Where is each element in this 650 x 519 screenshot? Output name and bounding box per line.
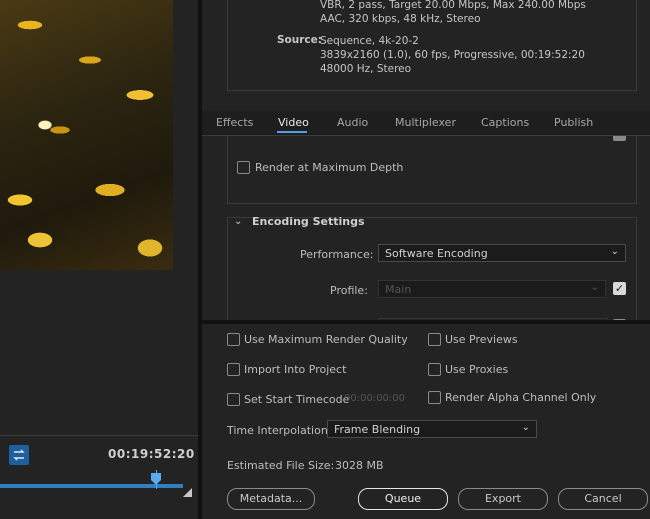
tab-captions[interactable]: Captions: [481, 116, 529, 129]
export-button[interactable]: Export: [458, 488, 548, 510]
render-alpha-only-checkbox[interactable]: [428, 391, 441, 404]
active-tab-indicator: [277, 131, 307, 133]
set-start-timecode-label: Set Start Timecode: [244, 393, 350, 406]
profile-match-checkbox[interactable]: ✓: [613, 282, 626, 295]
metadata-button[interactable]: Metadata...: [227, 488, 315, 510]
tab-effects[interactable]: Effects: [216, 116, 253, 129]
encoding-settings-group: ⌄ Encoding Settings Performance: Softwar…: [227, 215, 637, 329]
performance-select[interactable]: Software Encoding ⌄: [378, 244, 626, 262]
tab-video[interactable]: Video: [278, 116, 309, 129]
summary-audio-line: AAC, 320 kbps, 48 kHz, Stereo: [320, 13, 481, 25]
chevron-down-icon: ⌄: [610, 246, 619, 257]
fit-loop-icon[interactable]: [9, 445, 29, 465]
use-proxies-checkbox[interactable]: [428, 363, 441, 376]
chevron-down-icon: ⌄: [590, 282, 599, 293]
estimated-file-size-value: 3028 MB: [335, 459, 384, 472]
start-timecode-field[interactable]: 00:00:00:00: [344, 393, 405, 404]
profile-select[interactable]: Main ⌄: [378, 280, 606, 298]
use-previews-checkbox[interactable]: [428, 333, 441, 346]
cancel-button[interactable]: Cancel: [558, 488, 648, 510]
time-interpolation-value: Frame Blending: [334, 423, 421, 436]
queue-button[interactable]: Queue: [358, 488, 448, 510]
current-timecode: 00:19:52:20: [108, 447, 195, 461]
estimated-file-size-label: Estimated File Size:: [227, 459, 335, 472]
time-interpolation-label: Time Interpolation:: [227, 424, 332, 437]
profile-label: Profile:: [330, 284, 368, 297]
render-alpha-only-label: Render Alpha Channel Only: [445, 391, 597, 404]
tab-audio[interactable]: Audio: [337, 116, 368, 129]
summary-video-line: VBR, 2 pass, Target 20.00 Mbps, Max 240.…: [320, 0, 586, 11]
use-proxies-label: Use Proxies: [445, 363, 509, 376]
export-summary: VBR, 2 pass, Target 20.00 Mbps, Max 240.…: [227, 0, 637, 91]
playhead-handle[interactable]: [151, 470, 161, 485]
chevron-down-icon: ⌄: [521, 422, 530, 433]
video-preview-frame: [0, 0, 173, 270]
use-max-render-quality-label: Use Maximum Render Quality: [244, 333, 408, 346]
settings-tabs: Effects Video Audio Multiplexer Captions…: [202, 111, 650, 136]
summary-source-line1: Sequence, 4k-20-2: [320, 35, 419, 47]
use-max-render-quality-checkbox[interactable]: [227, 333, 240, 346]
time-interpolation-select[interactable]: Frame Blending ⌄: [327, 420, 537, 438]
summary-source-label: Source:: [277, 34, 322, 46]
render-max-depth-label: Render at Maximum Depth: [255, 161, 404, 174]
summary-source-line3: 48000 Hz, Stereo: [320, 63, 412, 75]
chevron-down-icon[interactable]: ⌄: [234, 216, 242, 227]
set-start-timecode-checkbox[interactable]: [227, 393, 240, 406]
video-settings-group: Render at Maximum Depth: [227, 131, 637, 204]
profile-value: Main: [385, 283, 412, 296]
out-point-marker[interactable]: [183, 488, 192, 497]
tab-publish[interactable]: Publish: [554, 116, 593, 129]
summary-source-line2: 3839x2160 (1.0), 60 fps, Progressive, 00…: [320, 49, 585, 61]
import-into-project-label: Import Into Project: [244, 363, 347, 376]
performance-value: Software Encoding: [385, 247, 488, 260]
performance-label: Performance:: [300, 248, 374, 261]
export-options-panel: Use Maximum Render Quality Use Previews …: [202, 324, 650, 519]
render-max-depth-checkbox[interactable]: [237, 161, 250, 174]
divider: [0, 435, 198, 436]
tab-multiplexer[interactable]: Multiplexer: [395, 116, 456, 129]
import-into-project-checkbox[interactable]: [227, 363, 240, 376]
encoding-settings-title[interactable]: Encoding Settings: [252, 215, 365, 228]
use-previews-label: Use Previews: [445, 333, 518, 346]
